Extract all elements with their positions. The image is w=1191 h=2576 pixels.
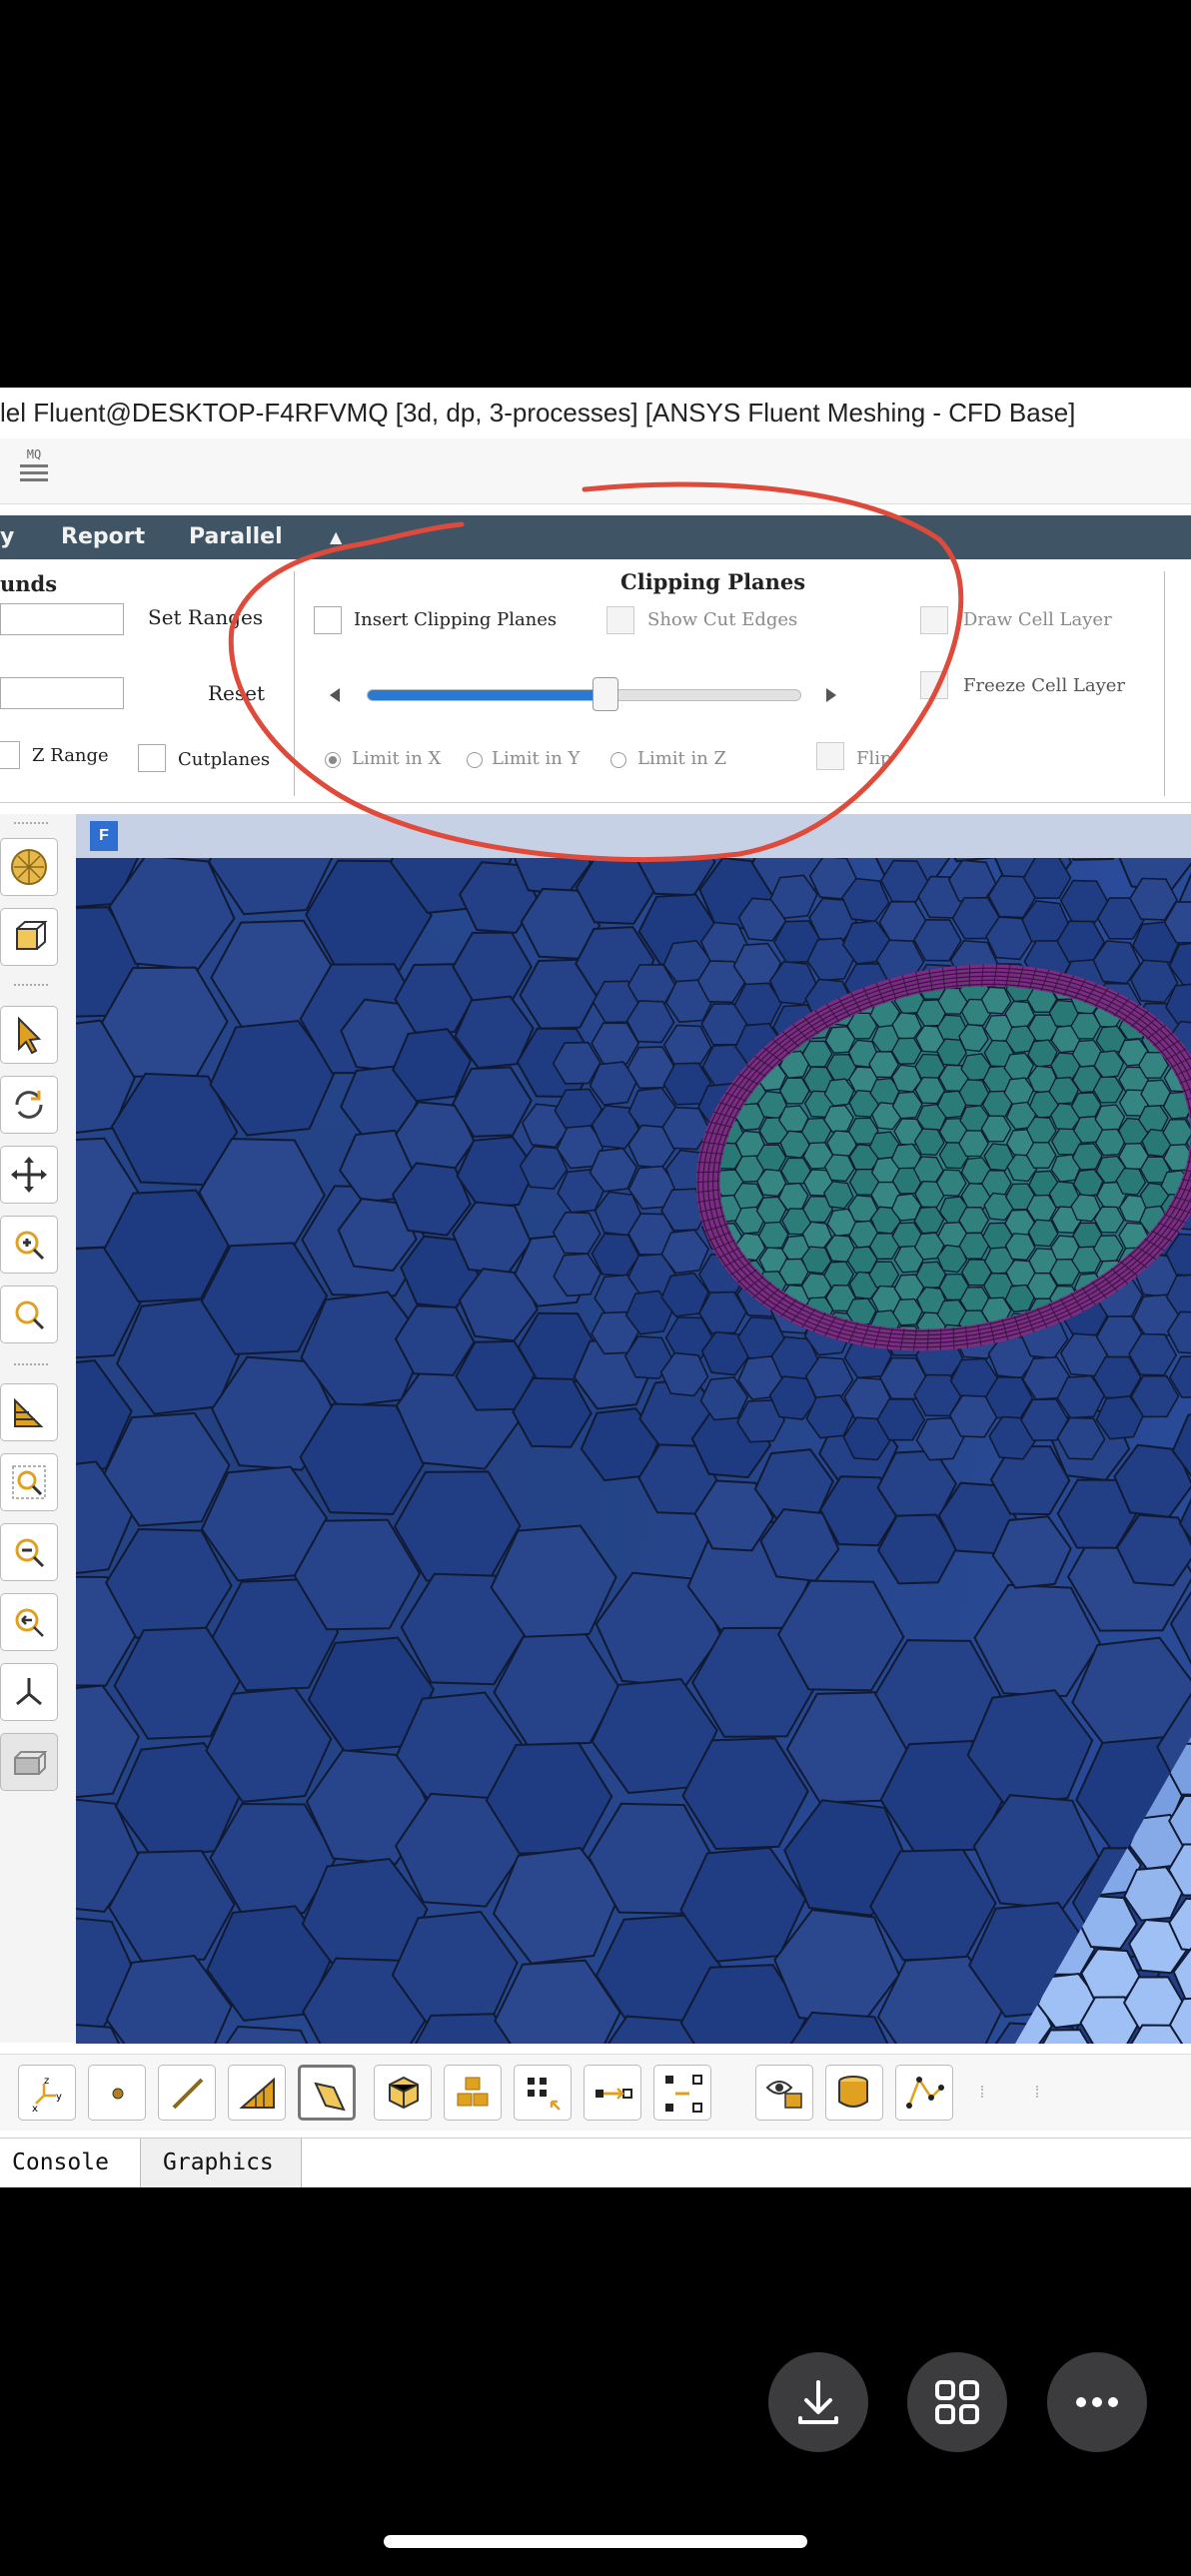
clip-slider-fill [368, 690, 606, 700]
svg-text:y: y [56, 2092, 62, 2103]
more-icon [1076, 2397, 1118, 2407]
axes-icon[interactable] [0, 1663, 58, 1721]
slider-increment-icon[interactable] [826, 688, 836, 702]
freeze-cell-layer-checkbox[interactable] [920, 671, 948, 699]
graphics-window-badge[interactable]: F [90, 821, 118, 851]
xyz-axes-icon[interactable]: zyx [18, 2065, 76, 2121]
toolbar-grip [14, 822, 48, 828]
ribbon-separator [294, 571, 295, 796]
slider-decrement-icon[interactable] [330, 688, 340, 702]
select-arrow-icon[interactable] [0, 1006, 58, 1064]
mq-menu-icon[interactable]: MQ [18, 448, 50, 490]
ribbon-panel: unds Set Ranges Reset Z Range Cutplanes … [0, 559, 1191, 803]
limit-y-radio[interactable] [467, 752, 483, 768]
limit-x-label: Limit in X [352, 748, 442, 769]
insert-clipping-planes-checkbox[interactable] [314, 606, 342, 634]
ribbon-separator-right [1164, 571, 1165, 796]
polyhedral-mesh-view [76, 858, 1191, 2044]
draw-cell-layer-label: Draw Cell Layer [963, 609, 1112, 630]
flip-checkbox[interactable] [816, 742, 844, 770]
clip-slider-track[interactable] [367, 689, 801, 701]
collapse-ribbon-icon[interactable]: ▲ [330, 515, 342, 559]
face-icon[interactable] [298, 2065, 356, 2121]
flip-label: Flip [856, 748, 892, 769]
grid-icon [935, 2380, 979, 2424]
z-range-checkbox[interactable] [0, 741, 20, 769]
insert-clipping-planes-label: Insert Clipping Planes [354, 609, 558, 630]
cylinder-icon[interactable] [825, 2065, 883, 2121]
show-cut-edges-label: Show Cut Edges [647, 609, 798, 630]
line-icon[interactable] [158, 2065, 216, 2121]
download-button[interactable] [768, 2352, 868, 2452]
tab-graphics[interactable]: Graphics [140, 2139, 302, 2187]
limit-y-label: Limit in Y [492, 748, 581, 769]
pan-icon[interactable] [0, 1146, 58, 1204]
visibility-icon[interactable] [755, 2065, 813, 2121]
show-cut-edges-checkbox[interactable] [606, 606, 634, 634]
menu-item-parallel[interactable]: Parallel [189, 515, 283, 559]
perspective-icon[interactable] [0, 1383, 58, 1441]
freeze-cell-layer-label: Freeze Cell Layer [963, 675, 1126, 696]
home-indicator[interactable] [384, 2535, 807, 2548]
cutplanes-checkbox[interactable] [138, 744, 166, 772]
triangle-icon[interactable] [228, 2065, 286, 2121]
polyline-icon[interactable] [895, 2065, 953, 2121]
point-icon[interactable] [88, 2065, 146, 2121]
region-select-icon[interactable] [653, 2065, 711, 2121]
bounds-max-input[interactable] [0, 677, 124, 709]
fluent-window: lel Fluent@DESKTOP-F4RFVMQ [3d, dp, 3-pr… [0, 388, 1191, 2187]
bounds-heading: unds [0, 571, 58, 596]
select-points-icon[interactable] [514, 2065, 572, 2121]
toolbar-grip [1032, 2086, 1038, 2098]
window-title: lel Fluent@DESKTOP-F4RFVMQ [3d, dp, 3-pr… [0, 388, 1191, 438]
cutplanes-label: Cutplanes [178, 749, 271, 770]
toolbar-grip [977, 2086, 983, 2098]
zoom-out-icon[interactable] [0, 1523, 58, 1581]
clipping-planes-heading: Clipping Planes [620, 569, 806, 594]
download-icon [798, 2380, 838, 2424]
limit-z-radio[interactable] [610, 752, 626, 768]
view-box-icon[interactable] [0, 1733, 58, 1791]
draw-cell-layer-checkbox[interactable] [920, 606, 948, 634]
bottom-toolbar: zyx [0, 2054, 1191, 2131]
quick-toolbar: MQ [0, 438, 1191, 504]
left-toolbar [0, 814, 76, 2043]
rotate-icon[interactable] [0, 1076, 58, 1134]
graphics-window-header: F [76, 814, 1191, 858]
set-ranges-button[interactable]: Set Ranges [148, 605, 263, 629]
reset-button[interactable]: Reset [208, 681, 265, 705]
svg-text:x: x [32, 2104, 38, 2115]
clip-slider-thumb[interactable] [593, 677, 619, 711]
grid-button[interactable] [907, 2352, 1007, 2452]
more-button[interactable] [1047, 2352, 1147, 2452]
limit-x-radio[interactable] [325, 752, 341, 768]
menu-item-report[interactable]: Report [61, 515, 145, 559]
toolbar-grip [14, 984, 48, 990]
zoom-icon[interactable] [0, 1286, 58, 1343]
zoom-to-fit-icon[interactable] [0, 1453, 58, 1511]
z-range-label: Z Range [32, 745, 109, 766]
cell-icon[interactable] [374, 2065, 432, 2121]
menu-item-display[interactable]: y [0, 515, 14, 559]
mesh-sphere-icon[interactable] [0, 838, 58, 896]
box-icon[interactable] [0, 908, 58, 966]
multi-cell-icon[interactable] [444, 2065, 502, 2121]
zoom-in-icon[interactable] [0, 1216, 58, 1274]
graphics-viewport[interactable] [76, 858, 1191, 2044]
bounds-min-input[interactable] [0, 603, 124, 635]
bottom-tabs: Console Graphics [0, 2138, 1191, 2187]
menu-bar: y Report Parallel ▲ [0, 515, 1191, 559]
limit-z-label: Limit in Z [637, 748, 727, 769]
tab-console[interactable]: Console [12, 2139, 140, 2187]
toolbar-grip [14, 1363, 48, 1369]
zoom-previous-icon[interactable] [0, 1593, 58, 1651]
edge-select-icon[interactable] [584, 2065, 641, 2121]
